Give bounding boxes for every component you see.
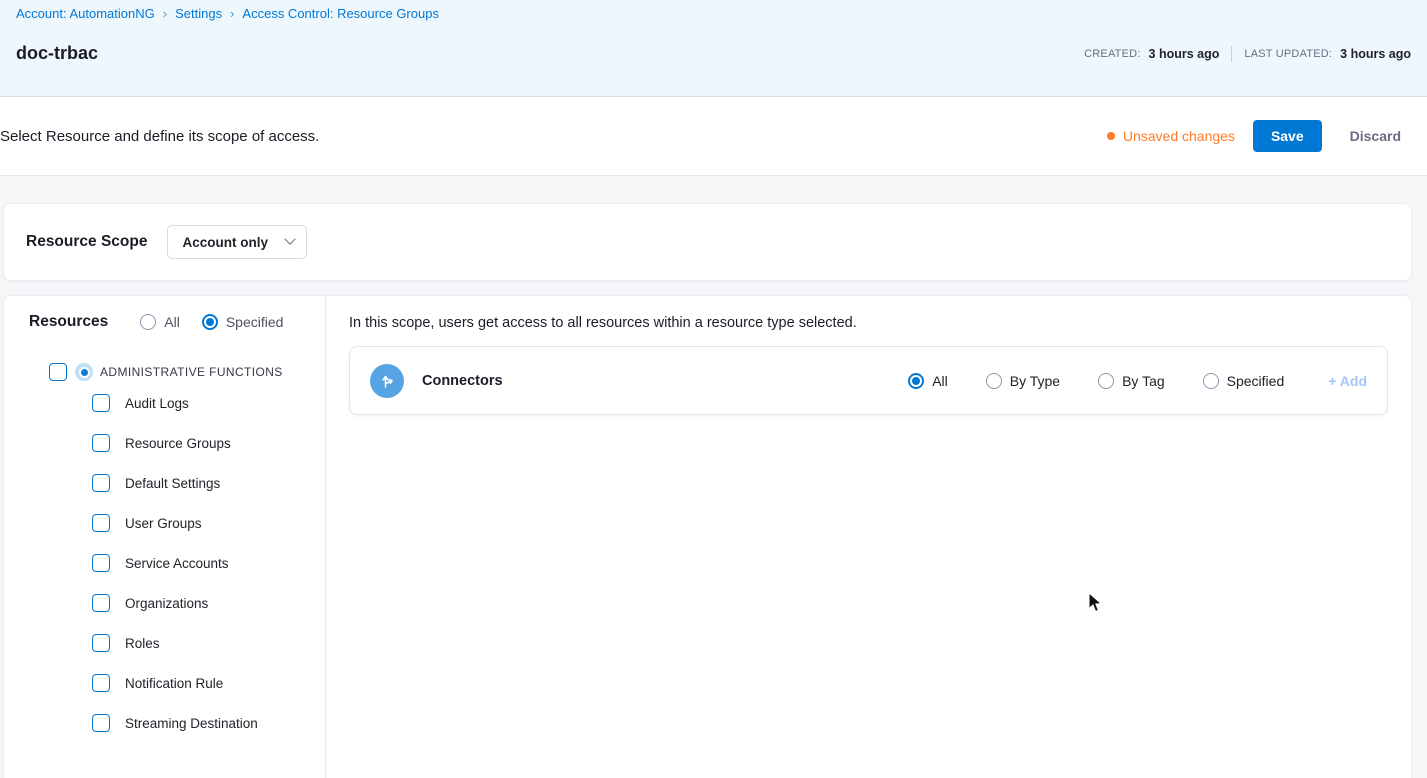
- radio-unselected-icon[interactable]: [1098, 373, 1114, 389]
- connectors-row: Connectors All By Type By Tag: [349, 346, 1388, 415]
- resources-radio-all[interactable]: All: [140, 314, 180, 330]
- radio-label: Specified: [1227, 373, 1285, 389]
- group-selected-badge-icon: [75, 363, 93, 381]
- item-checkbox[interactable]: [92, 594, 110, 612]
- scope-description: In this scope, users get access to all r…: [349, 315, 1388, 331]
- page-header: Account: AutomationNG › Settings › Acces…: [0, 0, 1427, 97]
- tree-item-default-settings[interactable]: Default Settings: [4, 463, 325, 503]
- resource-scope-label: Resource Scope: [26, 233, 147, 251]
- unsaved-changes-label: Unsaved changes: [1123, 128, 1235, 144]
- connectors-radio-specified[interactable]: Specified: [1203, 373, 1285, 389]
- item-checkbox[interactable]: [92, 394, 110, 412]
- connectors-radio-by-type[interactable]: By Type: [986, 373, 1060, 389]
- created-value: 3 hours ago: [1149, 47, 1220, 61]
- add-connectors-link[interactable]: + Add: [1328, 373, 1367, 389]
- item-checkbox[interactable]: [92, 634, 110, 652]
- item-checkbox[interactable]: [92, 674, 110, 692]
- chevron-down-icon: [284, 234, 295, 245]
- last-updated-value: 3 hours ago: [1340, 47, 1411, 61]
- connectors-title: Connectors: [422, 373, 503, 389]
- connectors-scope-options: All By Type By Tag Specified + Add: [908, 373, 1367, 389]
- tree-group-administrative-functions[interactable]: ADMINISTRATIVE FUNCTIONS: [4, 361, 325, 383]
- breadcrumb-settings[interactable]: Settings: [175, 6, 222, 21]
- page-title: doc-trbac: [16, 43, 98, 64]
- resource-scope-card: Resource Scope Account only: [3, 203, 1412, 281]
- breadcrumb-separator-icon: ›: [230, 6, 234, 21]
- discard-button[interactable]: Discard: [1340, 120, 1411, 152]
- main-content: Resource Scope Account only Resources Al…: [0, 176, 1427, 778]
- tree-item-organizations[interactable]: Organizations: [4, 583, 325, 623]
- group-label: ADMINISTRATIVE FUNCTIONS: [100, 365, 283, 379]
- item-checkbox[interactable]: [92, 474, 110, 492]
- item-label: Audit Logs: [125, 396, 189, 411]
- item-checkbox[interactable]: [92, 514, 110, 532]
- created-label: CREATED:: [1084, 48, 1140, 60]
- radio-unselected-icon[interactable]: [1203, 373, 1219, 389]
- tree-item-streaming-destination[interactable]: Streaming Destination: [4, 703, 325, 743]
- radio-selected-icon[interactable]: [202, 314, 218, 330]
- breadcrumb-access-control[interactable]: Access Control: Resource Groups: [242, 6, 439, 21]
- toolbar-description: Select Resource and define its scope of …: [0, 128, 319, 145]
- resources-label: Resources: [29, 313, 108, 331]
- item-label: Service Accounts: [125, 556, 229, 571]
- resource-scope-dropdown[interactable]: Account only: [167, 225, 307, 259]
- connectors-radio-all[interactable]: All: [908, 373, 948, 389]
- tree-item-service-accounts[interactable]: Service Accounts: [4, 543, 325, 583]
- meta-divider: [1231, 46, 1232, 62]
- group-checkbox[interactable]: [49, 363, 67, 381]
- item-label: Streaming Destination: [125, 716, 258, 731]
- item-label: Roles: [125, 636, 160, 651]
- radio-unselected-icon[interactable]: [986, 373, 1002, 389]
- radio-label: By Tag: [1122, 373, 1165, 389]
- last-updated-label: LAST UPDATED:: [1244, 48, 1332, 60]
- item-label: Organizations: [125, 596, 208, 611]
- radio-unselected-icon[interactable]: [140, 314, 156, 330]
- unsaved-changes-indicator: Unsaved changes: [1107, 128, 1235, 144]
- item-checkbox[interactable]: [92, 554, 110, 572]
- resource-tree: ADMINISTRATIVE FUNCTIONS Audit Logs Reso…: [4, 361, 325, 743]
- tree-item-user-groups[interactable]: User Groups: [4, 503, 325, 543]
- tree-item-roles[interactable]: Roles: [4, 623, 325, 663]
- unsaved-dot-icon: [1107, 132, 1115, 140]
- item-checkbox[interactable]: [92, 714, 110, 732]
- resources-radio-specified[interactable]: Specified: [202, 314, 284, 330]
- connectors-icon: [370, 364, 404, 398]
- item-label: User Groups: [125, 516, 202, 531]
- radio-selected-icon[interactable]: [908, 373, 924, 389]
- tree-item-audit-logs[interactable]: Audit Logs: [4, 383, 325, 423]
- item-checkbox[interactable]: [92, 434, 110, 452]
- radio-label: Specified: [226, 314, 284, 330]
- radio-label: All: [932, 373, 948, 389]
- radio-label: By Type: [1010, 373, 1060, 389]
- save-button[interactable]: Save: [1253, 120, 1322, 152]
- breadcrumb-account[interactable]: Account: AutomationNG: [16, 6, 155, 21]
- item-label: Notification Rule: [125, 676, 223, 691]
- resources-card: Resources All Specified ADMINISTRATIVE F…: [3, 295, 1412, 778]
- radio-label: All: [164, 314, 180, 330]
- breadcrumb-separator-icon: ›: [163, 6, 167, 21]
- tree-item-resource-groups[interactable]: Resource Groups: [4, 423, 325, 463]
- connectors-radio-by-tag[interactable]: By Tag: [1098, 373, 1165, 389]
- timestamps: CREATED: 3 hours ago LAST UPDATED: 3 hou…: [1084, 46, 1411, 62]
- scope-detail-panel: In this scope, users get access to all r…: [326, 296, 1411, 778]
- item-label: Resource Groups: [125, 436, 231, 451]
- action-toolbar: Select Resource and define its scope of …: [0, 97, 1427, 176]
- breadcrumb: Account: AutomationNG › Settings › Acces…: [16, 6, 1411, 21]
- item-label: Default Settings: [125, 476, 220, 491]
- resource-scope-selected-value: Account only: [182, 235, 268, 250]
- resources-tree-panel: Resources All Specified ADMINISTRATIVE F…: [4, 296, 326, 778]
- tree-item-notification-rule[interactable]: Notification Rule: [4, 663, 325, 703]
